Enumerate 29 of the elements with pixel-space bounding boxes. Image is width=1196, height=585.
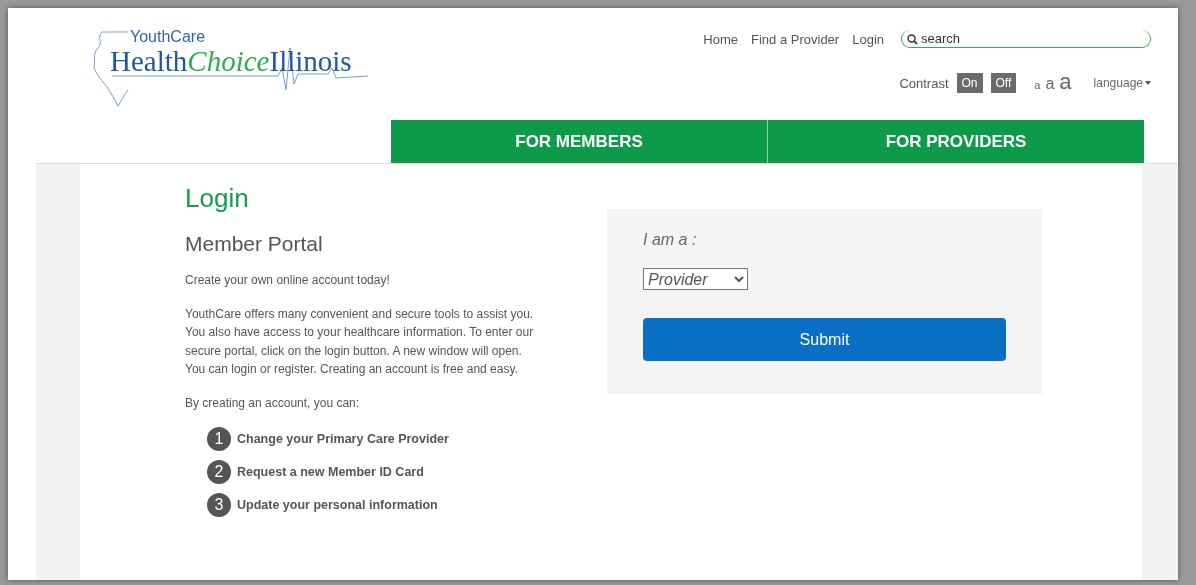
nav-tab[interactable]: FOR MEMBERS bbox=[391, 120, 767, 163]
paragraph: YouthCare offers many convenient and secure tools to assist you. You also have access to your healthcare information. To enter our secure portal, click on the login button. A new window will open. You can login or register. Creating an account is free and easy. bbox=[185, 305, 535, 378]
nav-link[interactable]: Find a Provider bbox=[751, 31, 840, 47]
nav-link[interactable]: Home bbox=[703, 31, 739, 47]
paragraph: Create your own online account today! bbox=[185, 272, 391, 289]
role-dropdown[interactable]: Provider bbox=[643, 268, 748, 290]
language-dropdown[interactable]: language bbox=[1087, 75, 1157, 91]
contrast-button[interactable]: Off bbox=[990, 73, 1017, 93]
search-icon bbox=[907, 34, 918, 45]
number-badge: 3 bbox=[207, 493, 231, 517]
benefit-text: Request a new Member ID Card bbox=[237, 465, 424, 479]
text-size-button[interactable]: a bbox=[1059, 73, 1072, 91]
text-size-button[interactable]: a bbox=[1045, 75, 1055, 93]
page-title: Login bbox=[185, 183, 250, 214]
contrast-button[interactable]: On bbox=[956, 73, 983, 93]
submit-button[interactable]: Submit bbox=[643, 318, 1006, 361]
text-size-button[interactable]: a bbox=[1034, 79, 1041, 91]
number-badge: 1 bbox=[207, 427, 231, 451]
contrast-label: Contrast bbox=[899, 75, 949, 91]
search-field[interactable]: search bbox=[901, 30, 1151, 48]
section-title: Member Portal bbox=[185, 232, 324, 256]
paragraph: By creating an account, you can: bbox=[185, 394, 361, 412]
nav-link[interactable]: Login bbox=[852, 31, 884, 47]
benefit-text: Change your Primary Care Provider bbox=[237, 432, 449, 446]
role-label: I am a : bbox=[643, 231, 698, 249]
logo[interactable]: YouthCare HealthChoiceIllinois bbox=[88, 28, 368, 108]
benefit-text: Update your personal information bbox=[237, 498, 438, 512]
number-badge: 2 bbox=[207, 460, 231, 484]
caret-icon bbox=[1145, 81, 1151, 85]
